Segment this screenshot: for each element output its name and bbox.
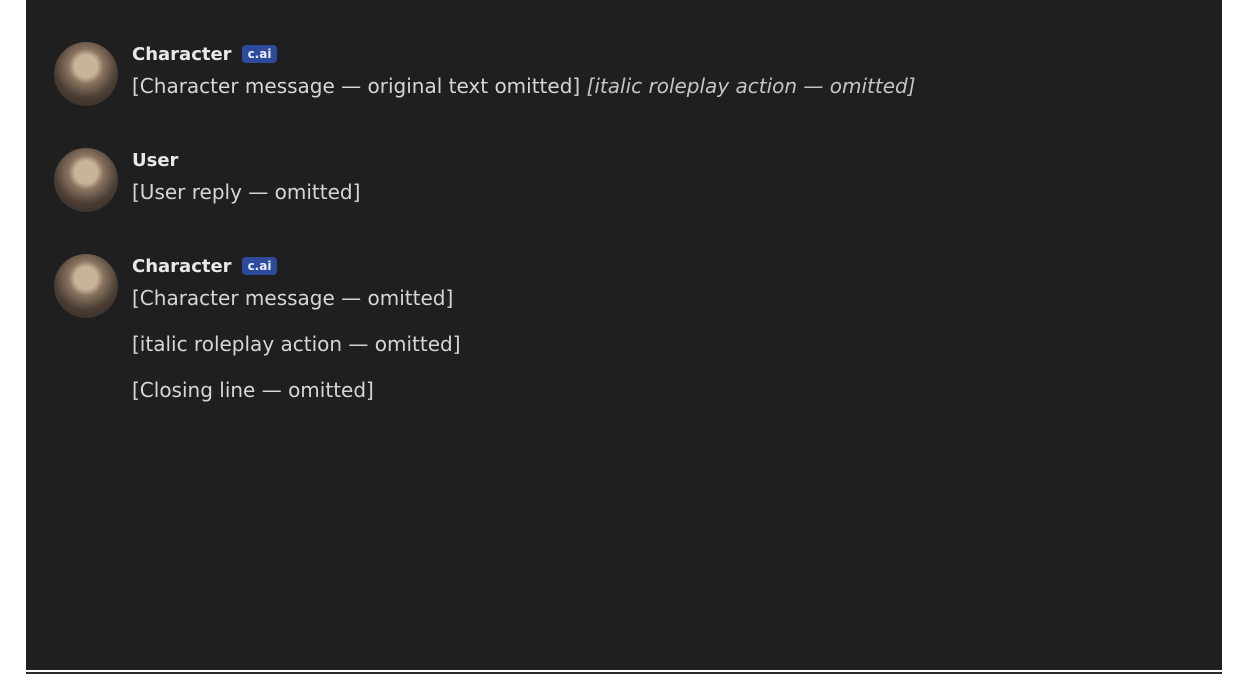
message-action: [italic roleplay action — omitted] — [586, 74, 916, 98]
author-name[interactable]: Character — [132, 44, 232, 65]
message-header: Character c.ai — [132, 252, 1162, 280]
chat-panel: Character c.ai [Character message — orig… — [26, 0, 1222, 670]
message-user: User [User reply — omitted] — [54, 146, 1222, 212]
message-body: User [User reply — omitted] — [132, 146, 1222, 212]
message-speech: [Character message — original text omitt… — [132, 74, 581, 98]
ai-badge: c.ai — [241, 45, 278, 63]
author-name[interactable]: Character — [132, 256, 232, 277]
message-closing: [Closing line — omitted] — [132, 378, 374, 402]
ai-badge: c.ai — [241, 257, 278, 275]
author-name[interactable]: User — [132, 150, 178, 171]
bottom-divider — [26, 672, 1222, 674]
message-header: User — [132, 146, 1162, 174]
message-text: [Character message — original text omitt… — [132, 70, 1162, 102]
message-header: Character c.ai — [132, 40, 1162, 68]
message-body: Character c.ai [Character message — omit… — [132, 252, 1222, 406]
message-text: [User reply — omitted] — [132, 180, 361, 204]
user-avatar[interactable] — [54, 148, 118, 212]
message-character-1: Character c.ai [Character message — orig… — [54, 40, 1222, 106]
message-body: Character c.ai [Character message — orig… — [132, 40, 1222, 106]
message-action: [italic roleplay action — omitted] — [132, 332, 461, 356]
character-avatar[interactable] — [54, 254, 118, 318]
character-avatar[interactable] — [54, 42, 118, 106]
message-character-2: Character c.ai [Character message — omit… — [54, 252, 1222, 406]
message-text: [Character message — omitted] — [132, 286, 454, 310]
